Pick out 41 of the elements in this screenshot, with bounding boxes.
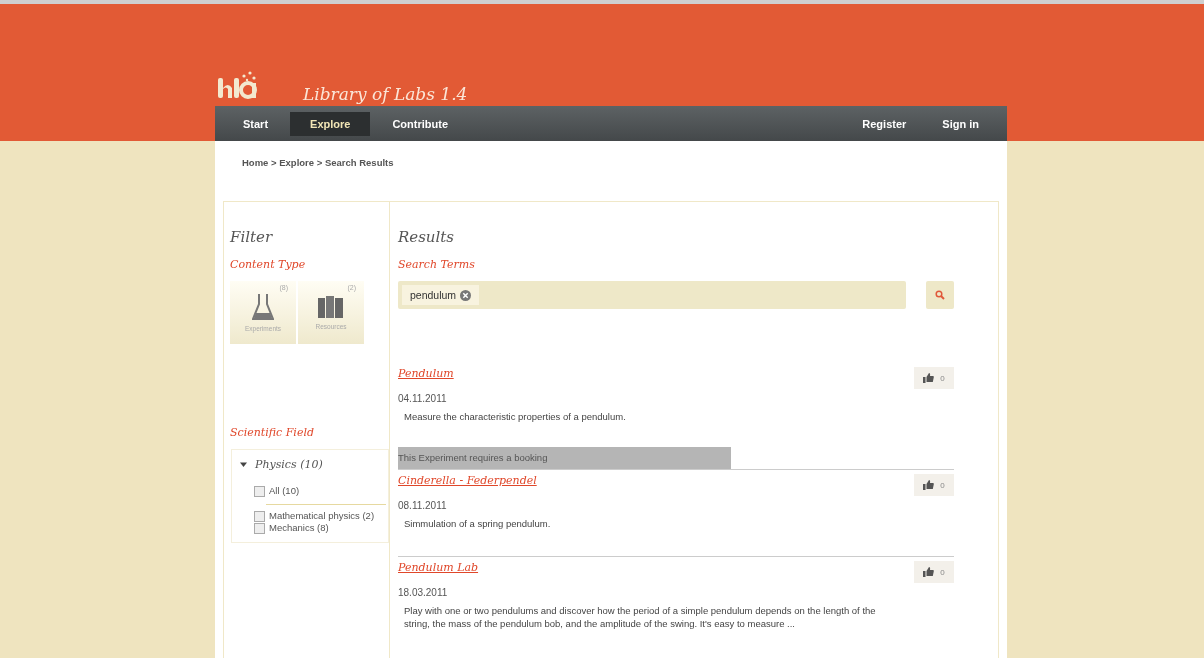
result-date: 18.03.2011 [398,587,449,598]
nav-tab[interactable]: Contribute [378,111,463,136]
search-terms-heading: Search Terms [398,258,476,271]
nav-link[interactable]: Sign in [928,111,993,136]
site-title: Library of Labs 1.4 [303,84,468,104]
search-term-tag[interactable]: pendulum [402,285,480,305]
breadcrumb: Home > Explore > Search Results [241,156,395,170]
thumbs-up-icon [923,480,935,490]
result-date: 04.11.2011 [398,393,448,404]
flask-icon [252,293,274,321]
filter-heading: Filter [230,228,274,246]
remove-icon[interactable] [460,289,472,301]
thumbs-up-icon [923,567,935,577]
checkbox-label[interactable]: Mechanics (8) [269,522,329,534]
result-description: Play with one or two pendulums and discover how the period of a simple pendulum depends on the length of the string, the mass of the pendulum bob, and the amplitude of the swing. It's easy to measure ... [404,604,877,630]
search-button[interactable] [926,281,954,309]
expand-caret-icon[interactable] [240,461,247,468]
result-title-link[interactable]: Pendulum [398,367,454,380]
checkbox-label[interactable]: Mathematical physics (2) [269,510,375,522]
books-icon [317,295,345,319]
scientific-field-heading: Scientific Field [230,426,315,439]
result-description: Measure the characteristic properties of a pendulum. [404,410,627,423]
nav-link[interactable]: Register [848,111,921,136]
logo-icon[interactable] [217,70,257,100]
checkbox[interactable] [254,522,265,534]
result-date: 08.11.2011 [398,500,448,511]
content-type-heading: Content Type [230,258,307,271]
group-label[interactable]: Physics (10) [255,458,323,471]
nav-tab[interactable]: Explore [290,111,371,136]
result-description: Simmulation of a spring pendulum. [404,517,552,530]
checkbox[interactable] [254,485,265,497]
search-field[interactable]: pendulum [398,281,906,309]
checkbox-label[interactable]: All (10) [269,485,300,497]
booking-notice: This Experiment requires a booking [398,447,954,470]
result-title-link[interactable]: Pendulum Lab [398,561,479,574]
thumbs-up-icon [923,373,935,383]
result-title-link[interactable]: Cinderella - Federpendel [398,474,537,487]
search-icon [935,290,945,300]
nav-tab[interactable]: Start [229,111,283,136]
checkbox[interactable] [254,510,265,522]
results-heading: Results [398,228,456,246]
